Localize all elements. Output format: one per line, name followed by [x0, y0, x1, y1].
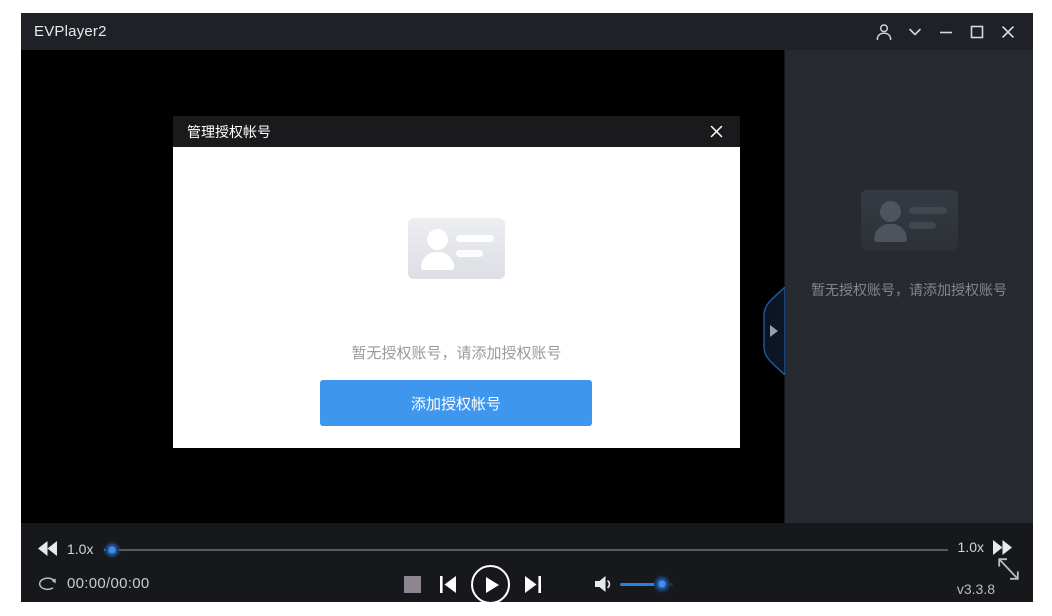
speed-left-label: 1.0x [67, 541, 94, 557]
progress-slider[interactable] [104, 543, 948, 557]
person-silhouette-icon [880, 201, 901, 222]
time-display: 00:00/00:00 [67, 575, 150, 592]
menu-button[interactable] [899, 13, 930, 50]
next-track-icon [525, 576, 541, 593]
chevron-down-icon [908, 28, 921, 35]
volume-slider[interactable] [620, 576, 673, 592]
minimize-icon [939, 31, 952, 33]
volume-icon [595, 576, 611, 592]
maximize-icon [970, 25, 983, 38]
dialog-header: 管理授权帐号 [173, 116, 740, 147]
account-card-illustration [861, 190, 958, 251]
speed-down-button[interactable] [38, 541, 57, 556]
stop-button[interactable] [404, 576, 421, 593]
manage-accounts-dialog: 管理授权帐号 暂无授权账号，请添加授权账号 添加授权帐号 [173, 116, 740, 448]
close-icon [710, 125, 722, 138]
app-title: EVPlayer2 [34, 23, 107, 40]
account-sidebar: 暂无授权账号，请添加授权账号 [784, 50, 1033, 523]
volume-thumb[interactable] [653, 576, 670, 592]
loop-mode-button[interactable] [38, 576, 57, 591]
dialog-empty-text: 暂无授权账号，请添加授权账号 [351, 345, 562, 362]
expand-icon [998, 558, 1019, 580]
titlebar-buttons [868, 13, 1023, 50]
sidebar-empty-text: 暂无授权账号，请添加授权账号 [811, 282, 1007, 298]
person-silhouette-icon [427, 229, 448, 250]
mute-button[interactable] [595, 575, 613, 593]
account-card-illustration [408, 218, 505, 279]
fullscreen-button[interactable] [996, 553, 1021, 584]
loop-icon [38, 577, 56, 591]
dialog-title: 管理授权帐号 [187, 123, 271, 140]
close-button[interactable] [992, 13, 1023, 50]
speed-right-label: 1.0x [957, 539, 984, 555]
progress-thumb[interactable] [105, 543, 120, 557]
app-window: EVPlayer2 暂无授权账号，请添加授权账号 管理授权帐号 暂无授权账号，请… [21, 13, 1033, 602]
maximize-button[interactable] [961, 13, 992, 50]
dialog-body: 暂无授权账号，请添加授权账号 添加授权帐号 [173, 147, 740, 448]
dialog-close-button[interactable] [701, 116, 731, 147]
add-account-button[interactable]: 添加授权帐号 [320, 380, 592, 426]
player-controls: 1.0x 1.0x 00:00/00:00 v3.3.8 [21, 523, 1033, 602]
version-label: v3.3.8 [956, 581, 995, 597]
account-button[interactable] [868, 13, 899, 50]
next-button[interactable] [525, 576, 541, 593]
previous-button[interactable] [440, 576, 456, 593]
play-icon [486, 576, 499, 593]
titlebar: EVPlayer2 [21, 13, 1033, 50]
previous-track-icon [440, 576, 456, 593]
user-icon [876, 23, 891, 40]
minimize-button[interactable] [930, 13, 961, 50]
close-icon [1001, 25, 1014, 38]
sidebar-collapse-handle[interactable] [762, 287, 785, 375]
play-button[interactable] [471, 565, 510, 602]
rewind-icon [38, 541, 57, 556]
